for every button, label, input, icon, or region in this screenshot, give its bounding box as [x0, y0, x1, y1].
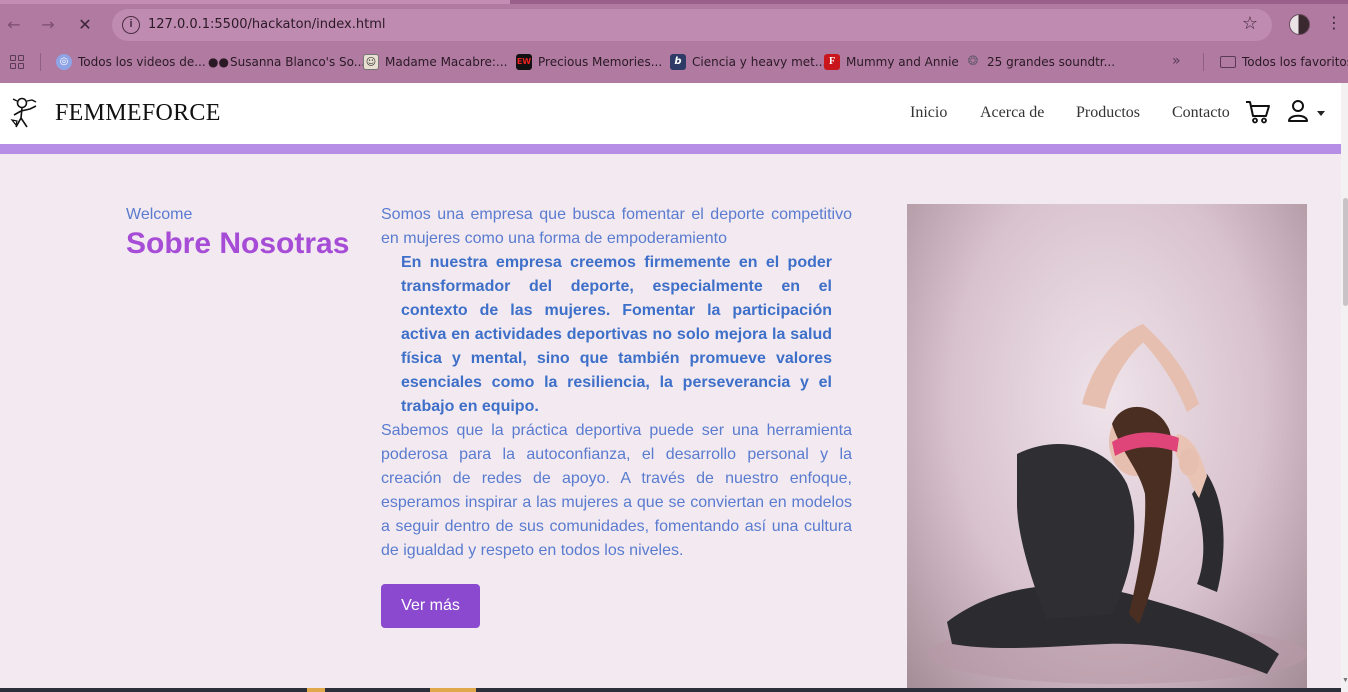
taskbar [0, 688, 1341, 692]
bookmarks-separator [1203, 53, 1204, 71]
back-icon[interactable]: ← [2, 13, 26, 37]
bookmark-label: Ciencia y heavy met... [692, 55, 827, 69]
scroll-down-icon[interactable]: ▼ [1342, 677, 1348, 684]
user-icon[interactable] [1287, 99, 1311, 123]
bookmark-label: Susanna Blanco's So... [230, 55, 366, 69]
all-bookmarks-folder[interactable]: Todos los favoritos [1220, 52, 1348, 72]
channel-icon: ◎ [56, 54, 72, 70]
nav-productos[interactable]: Productos [1076, 104, 1140, 122]
browser-chrome: ← → ✕ i 127.0.0.1:5500/hackaton/index.ht… [0, 0, 1348, 83]
bookmark-item[interactable]: EW Precious Memories... [516, 52, 662, 72]
bookmark-item[interactable]: F Mummy and Annie [824, 52, 959, 72]
nav-inicio[interactable]: Inicio [910, 104, 947, 122]
forward-icon[interactable]: → [36, 13, 60, 37]
bookmark-label: Todos los favoritos [1242, 55, 1348, 69]
scrollbar-track[interactable] [1341, 83, 1348, 692]
cart-icon[interactable] [1245, 100, 1271, 124]
bookmarks-separator [40, 53, 41, 71]
active-tab[interactable] [0, 0, 510, 4]
portrait-icon: ☺ [363, 54, 379, 70]
bookmark-item[interactable]: ◎ Todos los videos de... [56, 52, 206, 72]
body-paragraph: Sabemos que la práctica deportiva puede … [381, 422, 852, 559]
bookmark-label: Todos los videos de... [78, 55, 206, 69]
section-title: Sobre Nosotras [126, 227, 350, 260]
address-bar[interactable]: i 127.0.0.1:5500/hackaton/index.html ☆ [112, 9, 1272, 41]
f-icon: F [824, 54, 840, 70]
profile-avatar[interactable] [1289, 14, 1310, 35]
people-icon: ●● [208, 55, 229, 69]
chevron-down-icon[interactable] [1317, 111, 1325, 116]
bookmark-label: Mummy and Annie [846, 55, 959, 69]
site-header: FEMMEFORCE Inicio Acerca de Productos Co… [0, 83, 1341, 144]
b-icon: b [670, 54, 686, 70]
bookmark-item[interactable]: ❂ 25 grandes soundtr... [965, 52, 1116, 72]
site-info-icon[interactable]: i [122, 16, 140, 34]
browser-menu-icon[interactable]: ⋮ [1326, 13, 1342, 32]
bookmark-item[interactable]: ●● Susanna Blanco's So... [208, 52, 365, 72]
bookmark-label: Precious Memories... [538, 55, 663, 69]
bookmark-star-icon[interactable]: ☆ [1242, 13, 1258, 34]
bookmark-item[interactable]: ☺ Madame Macabre:... [363, 52, 507, 72]
scrollbar-thumb[interactable] [1343, 198, 1348, 306]
brand-name[interactable]: FEMMEFORCE [55, 100, 221, 127]
nav-contacto[interactable]: Contacto [1172, 104, 1230, 122]
bookmark-label: Madame Macabre:... [385, 55, 508, 69]
ew-icon: EW [516, 54, 532, 70]
taskbar-item[interactable] [430, 688, 476, 692]
about-text: Somos una empresa que busca fomentar el … [381, 203, 852, 563]
bookmarks-bar: ◎ Todos los videos de... ●● Susanna Blanco… [0, 50, 1348, 74]
intro-paragraph: Somos una empresa que busca fomentar el … [381, 206, 852, 247]
folder-icon [1220, 56, 1236, 68]
bookmark-item[interactable]: b Ciencia y heavy met... [670, 52, 826, 72]
accent-bar [0, 144, 1341, 154]
tab-strip [0, 0, 1348, 4]
apps-grid-icon[interactable] [10, 55, 24, 69]
yoga-woman-image [907, 204, 1307, 692]
bookmark-label: 25 grandes soundtr... [987, 55, 1116, 69]
yoga-illustration [927, 324, 1307, 684]
taskbar-item[interactable] [307, 688, 325, 692]
more-bookmarks-icon[interactable]: » [1172, 53, 1181, 69]
ver-mas-button[interactable]: Ver más [381, 584, 480, 628]
highlight-quote: En nuestra empresa creemos firmemente en… [401, 254, 832, 415]
swirl-icon: ❂ [967, 54, 979, 69]
welcome-label: Welcome [126, 206, 193, 223]
stop-loading-icon[interactable]: ✕ [73, 13, 97, 37]
nav-acerca-de[interactable]: Acerca de [980, 104, 1044, 122]
logo-icon[interactable] [8, 96, 40, 130]
url-text[interactable]: 127.0.0.1:5500/hackaton/index.html [148, 17, 385, 32]
